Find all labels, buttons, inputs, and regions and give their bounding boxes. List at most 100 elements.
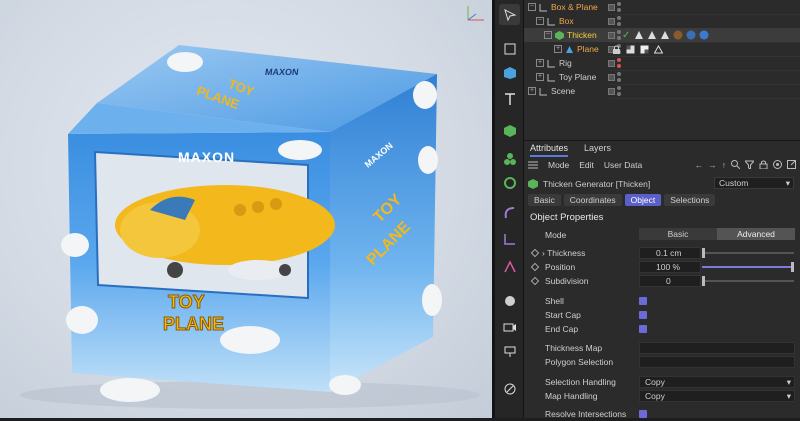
object-row-box[interactable]: − Box: [524, 14, 800, 28]
mode-label: Mode: [545, 230, 567, 240]
search-icon[interactable]: [731, 160, 740, 169]
material-tag-icon[interactable]: [673, 30, 683, 40]
subtab-basic[interactable]: Basic: [528, 194, 561, 206]
tab-attributes[interactable]: Attributes: [530, 143, 569, 157]
object-row-rig[interactable]: + Rig: [524, 56, 800, 70]
target-icon[interactable]: [773, 160, 782, 169]
uvw-tag-icon[interactable]: [626, 45, 635, 54]
visibility-dots-icon[interactable]: [617, 72, 621, 82]
filter-icon[interactable]: [745, 160, 754, 169]
rectangle-tool-icon[interactable]: [499, 38, 520, 59]
subtab-object[interactable]: Object: [624, 194, 662, 206]
tab-layers[interactable]: Layers: [584, 143, 611, 157]
enable-check-icon[interactable]: [608, 59, 615, 67]
field-icon[interactable]: [499, 228, 520, 249]
phong-tag-icon[interactable]: [660, 30, 670, 40]
enable-check-icon[interactable]: [608, 17, 615, 25]
menu-mode[interactable]: Mode: [548, 160, 569, 170]
slider-knob[interactable]: [702, 248, 705, 258]
mode-basic-option[interactable]: Basic: [639, 228, 717, 240]
object-row-toy-plane[interactable]: + Toy Plane: [524, 70, 800, 84]
camera-icon[interactable]: [499, 316, 520, 337]
resolve-intersections-checkbox[interactable]: [639, 410, 647, 418]
generator-icon[interactable]: [499, 120, 520, 141]
viewport[interactable]: MAXON MAXON MAXON TOY PLANE TOY PLANE TO…: [0, 0, 492, 418]
slider-knob[interactable]: [702, 276, 705, 286]
expand-icon[interactable]: +: [536, 73, 544, 81]
object-name: Rig: [559, 58, 572, 68]
forward-arrow-icon[interactable]: →: [708, 160, 717, 170]
map-handling-row: Map Handling Copy ▾: [524, 389, 800, 403]
phong-tag-icon[interactable]: [634, 30, 644, 40]
position-field[interactable]: 100 %: [639, 261, 701, 273]
object-row-box-plane[interactable]: − Box & Plane: [524, 0, 800, 14]
object-row-plane[interactable]: + Plane: [524, 42, 800, 56]
new-window-icon[interactable]: [787, 160, 796, 169]
thickness-field[interactable]: 0.1 cm: [639, 247, 701, 259]
material-tag-icon[interactable]: [686, 30, 696, 40]
expand-arrow-icon[interactable]: ›: [542, 248, 545, 258]
expand-icon[interactable]: +: [528, 87, 536, 95]
subtab-coordinates[interactable]: Coordinates: [563, 194, 622, 206]
mode-advanced-option[interactable]: Advanced: [717, 228, 795, 240]
keyframe-diamond-icon[interactable]: [530, 248, 540, 258]
phong-tag-icon[interactable]: [647, 30, 657, 40]
scene-render: [20, 45, 480, 409]
position-slider[interactable]: [702, 262, 794, 272]
enabled-checkmark-icon[interactable]: ✓: [622, 30, 630, 41]
object-row-thicken[interactable]: − Thicken ✓: [524, 28, 800, 42]
up-arrow-icon[interactable]: ↑: [722, 160, 726, 170]
thickness-slider[interactable]: [702, 248, 794, 258]
visibility-dots-icon[interactable]: [617, 16, 621, 26]
subdivision-slider[interactable]: [702, 276, 794, 286]
expand-icon[interactable]: +: [554, 45, 562, 53]
enable-check-icon[interactable]: [608, 73, 615, 81]
selection-tag-icon[interactable]: [654, 44, 663, 54]
selection-handling-dropdown[interactable]: Copy ▾: [639, 376, 795, 388]
sculpt-icon[interactable]: [499, 378, 520, 399]
thickness-map-field[interactable]: [639, 342, 795, 354]
object-title: Thicken Generator [Thicken]: [543, 179, 651, 189]
deformer-icon[interactable]: [499, 202, 520, 223]
protection-tag-icon[interactable]: [612, 45, 621, 54]
subtab-selections[interactable]: Selections: [664, 194, 716, 206]
material-tag-icon[interactable]: [699, 30, 709, 40]
spline-icon[interactable]: [499, 256, 520, 277]
enable-check-icon[interactable]: [608, 3, 615, 11]
collapse-icon[interactable]: −: [544, 31, 552, 39]
enable-check-icon[interactable]: [608, 87, 615, 95]
light-icon[interactable]: [499, 290, 520, 311]
menu-user-data[interactable]: User Data: [604, 160, 642, 170]
start-cap-checkbox[interactable]: [639, 311, 647, 319]
polygon-selection-field[interactable]: [639, 356, 795, 368]
back-arrow-icon[interactable]: ←: [695, 160, 704, 170]
preset-value: Custom: [719, 178, 749, 188]
hamburger-icon[interactable]: [528, 161, 538, 169]
menu-edit[interactable]: Edit: [579, 160, 594, 170]
texture-tag-icon[interactable]: [640, 45, 649, 54]
render-icon[interactable]: [499, 340, 520, 361]
keyframe-diamond-icon[interactable]: [530, 262, 540, 272]
cloner-icon[interactable]: [499, 148, 520, 169]
visibility-dots-icon[interactable]: [617, 58, 621, 68]
end-cap-checkbox[interactable]: [639, 325, 647, 333]
effector-icon[interactable]: [499, 172, 520, 193]
map-handling-dropdown[interactable]: Copy ▾: [639, 390, 795, 402]
visibility-dots-icon[interactable]: [617, 2, 621, 12]
collapse-icon[interactable]: −: [528, 3, 536, 11]
object-row-scene[interactable]: + Scene: [524, 84, 800, 98]
preset-dropdown[interactable]: Custom ▾: [714, 177, 794, 189]
slider-knob[interactable]: [791, 262, 794, 272]
keyframe-diamond-icon[interactable]: [530, 276, 540, 286]
expand-icon[interactable]: +: [536, 59, 544, 67]
enable-check-icon[interactable]: [608, 31, 615, 39]
collapse-icon[interactable]: −: [536, 17, 544, 25]
shell-checkbox[interactable]: [639, 297, 647, 305]
lock-icon[interactable]: [759, 160, 768, 169]
visibility-dots-icon[interactable]: [617, 86, 621, 96]
subdivision-field[interactable]: 0: [639, 275, 701, 287]
text-tool-icon[interactable]: [499, 88, 520, 109]
cube-icon[interactable]: [499, 62, 520, 83]
live-selection-tool-icon[interactable]: [499, 4, 520, 25]
visibility-dots-icon[interactable]: [617, 30, 621, 40]
